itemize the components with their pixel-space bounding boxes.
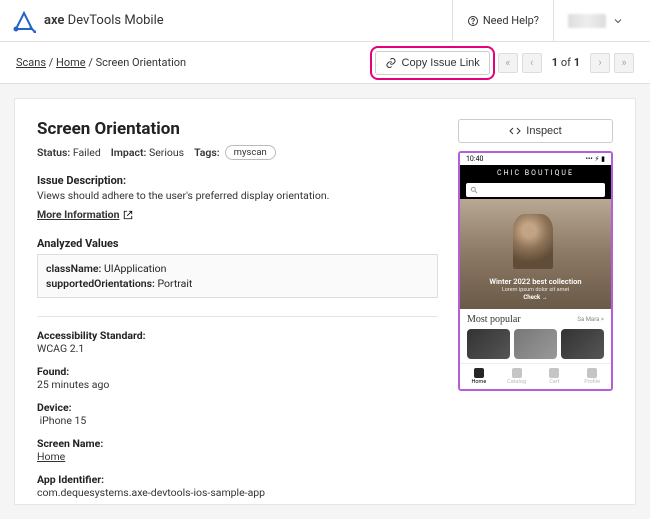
kv-found: Found: 25 minutes ago	[37, 365, 438, 391]
phone-card	[467, 329, 510, 359]
phone-app-header: CHIC BOUTIQUE	[460, 165, 611, 181]
need-help-link[interactable]: Need Help?	[452, 0, 553, 42]
kv-screen-name: Screen Name: Home	[37, 437, 438, 463]
pager-last-button[interactable]: »	[614, 53, 634, 73]
top-bar: axe DevTools Mobile Need Help?	[0, 0, 650, 42]
phone-tab-home: Home	[460, 364, 498, 389]
phone-tab-catalog: Catalog	[498, 364, 536, 389]
axe-logo-icon	[12, 9, 36, 33]
code-icon	[509, 125, 521, 137]
user-name-obscured	[568, 14, 606, 28]
tag-chip: myscan	[225, 145, 276, 160]
sub-bar: Scans / Home / Screen Orientation Copy I…	[0, 42, 650, 84]
phone-hero: Winter 2022 best collection Lorem ipsum …	[460, 199, 611, 309]
issue-details-column: Screen Orientation Status: Failed Impact…	[37, 119, 438, 484]
phone-tab-bar: Home Catalog Cart Profile	[460, 363, 611, 389]
issue-title: Screen Orientation	[37, 119, 438, 139]
pager: « ‹ 1 of 1 › »	[498, 53, 634, 73]
search-icon	[470, 186, 478, 194]
pager-info: 1 of 1	[546, 56, 586, 69]
chevron-down-icon	[612, 15, 624, 27]
issue-description-text: Views should adhere to the user's prefer…	[37, 189, 438, 202]
phone-tab-cart: Cart	[536, 364, 574, 389]
pager-first-button[interactable]: «	[498, 53, 518, 73]
phone-section-header: Most popular Sa Mara >	[460, 309, 611, 327]
pager-prev-button[interactable]: ‹	[522, 53, 542, 73]
link-icon	[385, 57, 397, 69]
inspect-label: Inspect	[526, 125, 561, 137]
preview-column: Inspect 10:40 ••• ⚡︎ ▮ CHIC BOUTIQUE Win…	[458, 119, 613, 484]
kv-device: Device: iPhone 15	[37, 401, 438, 427]
phone-card	[514, 329, 557, 359]
issue-description-label: Issue Description:	[37, 174, 438, 187]
issue-card: Screen Orientation Status: Failed Impact…	[14, 98, 636, 505]
phone-card	[561, 329, 604, 359]
status-value: Failed	[73, 146, 101, 159]
copy-issue-link-label: Copy Issue Link	[402, 57, 480, 69]
help-icon	[467, 15, 479, 27]
phone-product-cards	[460, 327, 611, 361]
analyzed-values-label: Analyzed Values	[37, 237, 438, 250]
inspect-button[interactable]: Inspect	[458, 119, 613, 143]
breadcrumb: Scans / Home / Screen Orientation	[16, 56, 367, 69]
phone-search-bar	[460, 181, 611, 199]
phone-status-bar: 10:40 ••• ⚡︎ ▮	[460, 153, 611, 165]
copy-issue-link-button[interactable]: Copy Issue Link	[375, 51, 490, 75]
analyzed-values-box: className: UIApplication supportedOrient…	[37, 254, 438, 298]
impact-value: Serious	[149, 146, 184, 159]
breadcrumb-current: Screen Orientation	[96, 56, 186, 69]
user-menu[interactable]	[553, 0, 638, 42]
status-icons: ••• ⚡︎ ▮	[586, 155, 605, 163]
more-information-link[interactable]: More Information	[37, 208, 133, 221]
kv-accessibility-standard: Accessibility Standard: WCAG 2.1	[37, 329, 438, 355]
issue-meta-row: Status: Failed Impact: Serious Tags: mys…	[37, 145, 438, 160]
external-link-icon	[123, 210, 133, 220]
brand-text: axe DevTools Mobile	[44, 13, 164, 28]
top-right: Need Help?	[452, 0, 638, 42]
breadcrumb-scans[interactable]: Scans	[16, 56, 46, 69]
need-help-label: Need Help?	[483, 14, 539, 27]
phone-search-input	[466, 183, 605, 197]
pager-next-button[interactable]: ›	[590, 53, 610, 73]
kv-app-identifier: App Identifier: com.dequesystems.axe-dev…	[37, 473, 438, 499]
analyzed-values-section: Analyzed Values className: UIApplication…	[37, 237, 438, 298]
breadcrumb-home[interactable]: Home	[56, 56, 86, 69]
brand-area: axe DevTools Mobile	[12, 9, 452, 33]
page-body: Screen Orientation Status: Failed Impact…	[0, 84, 650, 519]
phone-screenshot: 10:40 ••• ⚡︎ ▮ CHIC BOUTIQUE Winter 2022…	[458, 151, 613, 391]
divider	[37, 316, 438, 317]
phone-tab-profile: Profile	[573, 364, 611, 389]
